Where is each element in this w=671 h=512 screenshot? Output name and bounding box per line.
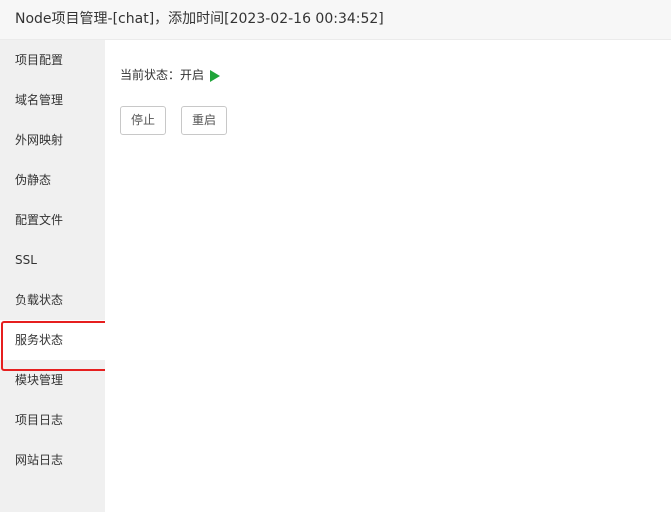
- sidebar-item-config-file[interactable]: 配置文件: [0, 200, 105, 240]
- status-value: 开启: [180, 68, 205, 82]
- sidebar-item-ssl[interactable]: SSL: [0, 240, 105, 280]
- sidebar-item-external-mapping[interactable]: 外网映射: [0, 120, 105, 160]
- sidebar-item-module-management[interactable]: 模块管理: [0, 360, 105, 400]
- sidebar-item-rewrite[interactable]: 伪静态: [0, 160, 105, 200]
- sidebar-item-service-status[interactable]: 服务状态: [0, 320, 105, 360]
- sidebar-item-site-log[interactable]: 网站日志: [0, 440, 105, 480]
- sidebar-item-project-config[interactable]: 项目配置: [0, 40, 105, 80]
- stop-button[interactable]: 停止: [120, 106, 166, 135]
- sidebar-item-load-status[interactable]: 负载状态: [0, 280, 105, 320]
- restart-button[interactable]: 重启: [181, 106, 227, 135]
- main-panel: 当前状态： 开启 停止 重启: [105, 40, 671, 512]
- play-icon: [209, 69, 221, 82]
- status-label: 当前状态：: [120, 68, 181, 82]
- window-title: Node项目管理-[chat]，添加时间[2023-02-16 00:34:52…: [0, 0, 671, 40]
- sidebar-item-domain-management[interactable]: 域名管理: [0, 80, 105, 120]
- service-status-line: 当前状态： 开启: [120, 66, 221, 84]
- project-manager-window: Node项目管理-[chat]，添加时间[2023-02-16 00:34:52…: [0, 0, 671, 512]
- sidebar: 项目配置 域名管理 外网映射 伪静态 配置文件 SSL 负载状态 服务状态 模块…: [0, 40, 105, 512]
- sidebar-item-project-log[interactable]: 项目日志: [0, 400, 105, 440]
